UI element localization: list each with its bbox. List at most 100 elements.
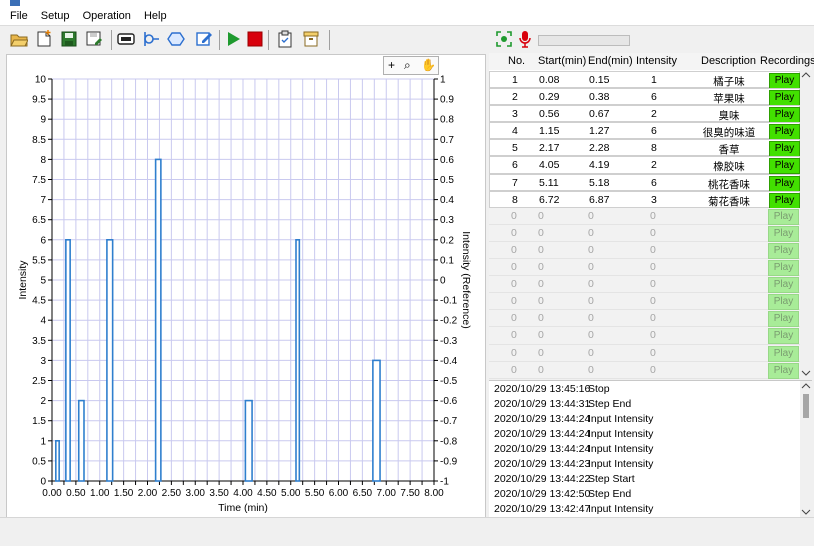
device-icon[interactable] (117, 30, 135, 48)
bar (65, 239, 71, 482)
play-button[interactable]: Play (768, 311, 799, 328)
play-button[interactable]: Play (769, 90, 800, 107)
microphone-icon[interactable] (516, 30, 534, 48)
table-row[interactable]: 8 6.72 6.87 3 菊花香味 Play (489, 190, 800, 209)
edit-icon[interactable] (195, 30, 213, 48)
play-button[interactable]: Play (768, 362, 799, 379)
log-message: Input Intensity (588, 428, 654, 440)
play-button[interactable]: Play (769, 73, 800, 89)
screenshot-icon[interactable] (495, 30, 513, 48)
save-icon[interactable] (60, 30, 78, 48)
cell-start: 5.11 (539, 176, 559, 189)
cell-no: 0 (511, 363, 517, 376)
cell-desc: 桃花香味 (708, 178, 750, 191)
cell-start: 6.72 (539, 193, 560, 206)
y-tick-label: 5.5 (32, 255, 46, 266)
clipboard-icon[interactable] (276, 30, 294, 48)
play-button[interactable]: Play (768, 260, 799, 277)
x-tick-label: 8.00 (424, 488, 444, 499)
table-row[interactable]: 6 4.05 4.19 2 橡胶味 Play (489, 156, 800, 175)
y2-tick-label: 0 (440, 276, 446, 287)
menu-setup[interactable]: Setup (41, 8, 70, 25)
play-button[interactable]: Play (769, 124, 800, 141)
cell-end: 0 (588, 209, 594, 222)
x-tick-label: 7.00 (377, 488, 397, 499)
log-entry: 2020/10/29 13:44:31Step End (494, 398, 631, 410)
cell-end: 0 (588, 363, 594, 376)
log-entry: 2020/10/29 13:45:16Stop (494, 383, 610, 395)
y-tick-label: 3.5 (32, 336, 46, 347)
y2-tick-label: 0.2 (440, 235, 454, 246)
table-scrollbar[interactable] (800, 70, 812, 380)
pan-tool-icon[interactable]: ✋ (421, 57, 436, 73)
table-row[interactable]: 0 0 0 0 Play (489, 207, 800, 225)
y-tick-label: 1.5 (32, 416, 46, 427)
table-row[interactable]: 0 0 0 0 Play (489, 361, 800, 379)
cell-start: 0.29 (539, 91, 560, 104)
play-button[interactable]: Play (768, 208, 799, 225)
log-entry: 2020/10/29 13:44:24Input Intensity (494, 413, 653, 425)
table-row[interactable]: 5 2.17 2.28 8 香草 Play (489, 139, 800, 158)
cell-start: 0 (538, 209, 544, 222)
play-button[interactable]: Play (769, 141, 800, 158)
table-row[interactable]: 2 0.29 0.38 6 苹果味 Play (489, 88, 800, 107)
table-row[interactable]: 7 5.11 5.18 6 桃花香味 Play (489, 173, 800, 192)
table-row[interactable]: 0 0 0 0 Play (489, 241, 800, 260)
cell-intensity: 6 (651, 176, 657, 189)
hexagon-icon[interactable] (167, 30, 185, 48)
table-row[interactable]: 0 0 0 0 Play (489, 259, 800, 277)
new-file-icon[interactable] (35, 30, 53, 48)
connect-icon[interactable] (142, 30, 160, 48)
archive-icon[interactable] (302, 30, 320, 48)
y-tick-label: 9 (40, 115, 46, 126)
header-recordings: Recordings (760, 55, 814, 67)
play-button[interactable]: Play (768, 242, 799, 259)
play-button[interactable]: Play (768, 345, 799, 362)
play-button[interactable]: Play (769, 158, 800, 175)
log-entry: 2020/10/29 13:42:50Step End (494, 488, 631, 500)
menu-operation[interactable]: Operation (83, 8, 131, 25)
menu-file[interactable]: File (10, 8, 28, 25)
play-button[interactable]: Play (769, 107, 800, 124)
play-button[interactable]: Play (769, 175, 800, 192)
table-row[interactable]: 0 0 0 0 Play (489, 276, 800, 294)
table-row[interactable]: 0 0 0 0 Play (489, 310, 800, 328)
table-row[interactable]: 3 0.56 0.67 2 臭味 Play (489, 105, 800, 124)
open-folder-icon[interactable] (10, 30, 29, 48)
play-button[interactable]: Play (769, 192, 800, 209)
start-icon[interactable] (224, 30, 242, 48)
play-button[interactable]: Play (768, 294, 799, 311)
y-tick-label: 6.5 (32, 215, 46, 226)
table-row[interactable]: 1 0.08 0.15 1 橘子味 Play (489, 71, 800, 89)
x-tick-label: 2.00 (138, 488, 158, 499)
table-row[interactable]: 0 0 0 0 Play (489, 293, 800, 311)
play-button[interactable]: Play (768, 277, 799, 294)
zoom-add-icon[interactable]: + (388, 57, 395, 73)
save-as-icon[interactable] (85, 30, 103, 48)
play-button[interactable]: Play (768, 225, 799, 242)
cell-intensity: 1 (651, 74, 657, 86)
log-scrollbar[interactable] (800, 381, 812, 517)
cell-start: 0 (538, 329, 544, 342)
table-row[interactable]: 0 0 0 0 Play (489, 344, 800, 362)
zoom-tool-icon[interactable]: ⌕ (404, 57, 411, 73)
menu-help[interactable]: Help (144, 8, 167, 25)
table-row[interactable]: 0 0 0 0 Play (489, 327, 800, 345)
cell-start: 0.08 (539, 74, 560, 86)
y2-tick-label: -1 (440, 477, 449, 488)
table-row[interactable]: 4 1.15 1.27 6 很臭的味道 Play (489, 122, 800, 141)
y-tick-label: 1 (40, 436, 46, 447)
cell-no: 0 (511, 346, 517, 359)
progress-bar (538, 35, 630, 46)
table-row[interactable]: 0 0 0 0 Play (489, 224, 800, 242)
intensity-chart: 0.00 0.50 1.00 1.50 2.00 2.50 3.00 3.50 4.00 4.50… (17, 75, 472, 515)
cell-end: 0 (588, 329, 594, 342)
x-tick-label: 3.00 (186, 488, 206, 499)
play-button[interactable]: Play (768, 328, 799, 345)
cell-end: 0.15 (589, 74, 610, 86)
stop-icon[interactable] (246, 30, 264, 48)
x-tick-label: 7.50 (400, 488, 420, 499)
cell-no: 7 (512, 176, 518, 189)
y-tick-label: 4.5 (32, 296, 46, 307)
log-time: 2020/10/29 13:44:22 (494, 473, 591, 485)
